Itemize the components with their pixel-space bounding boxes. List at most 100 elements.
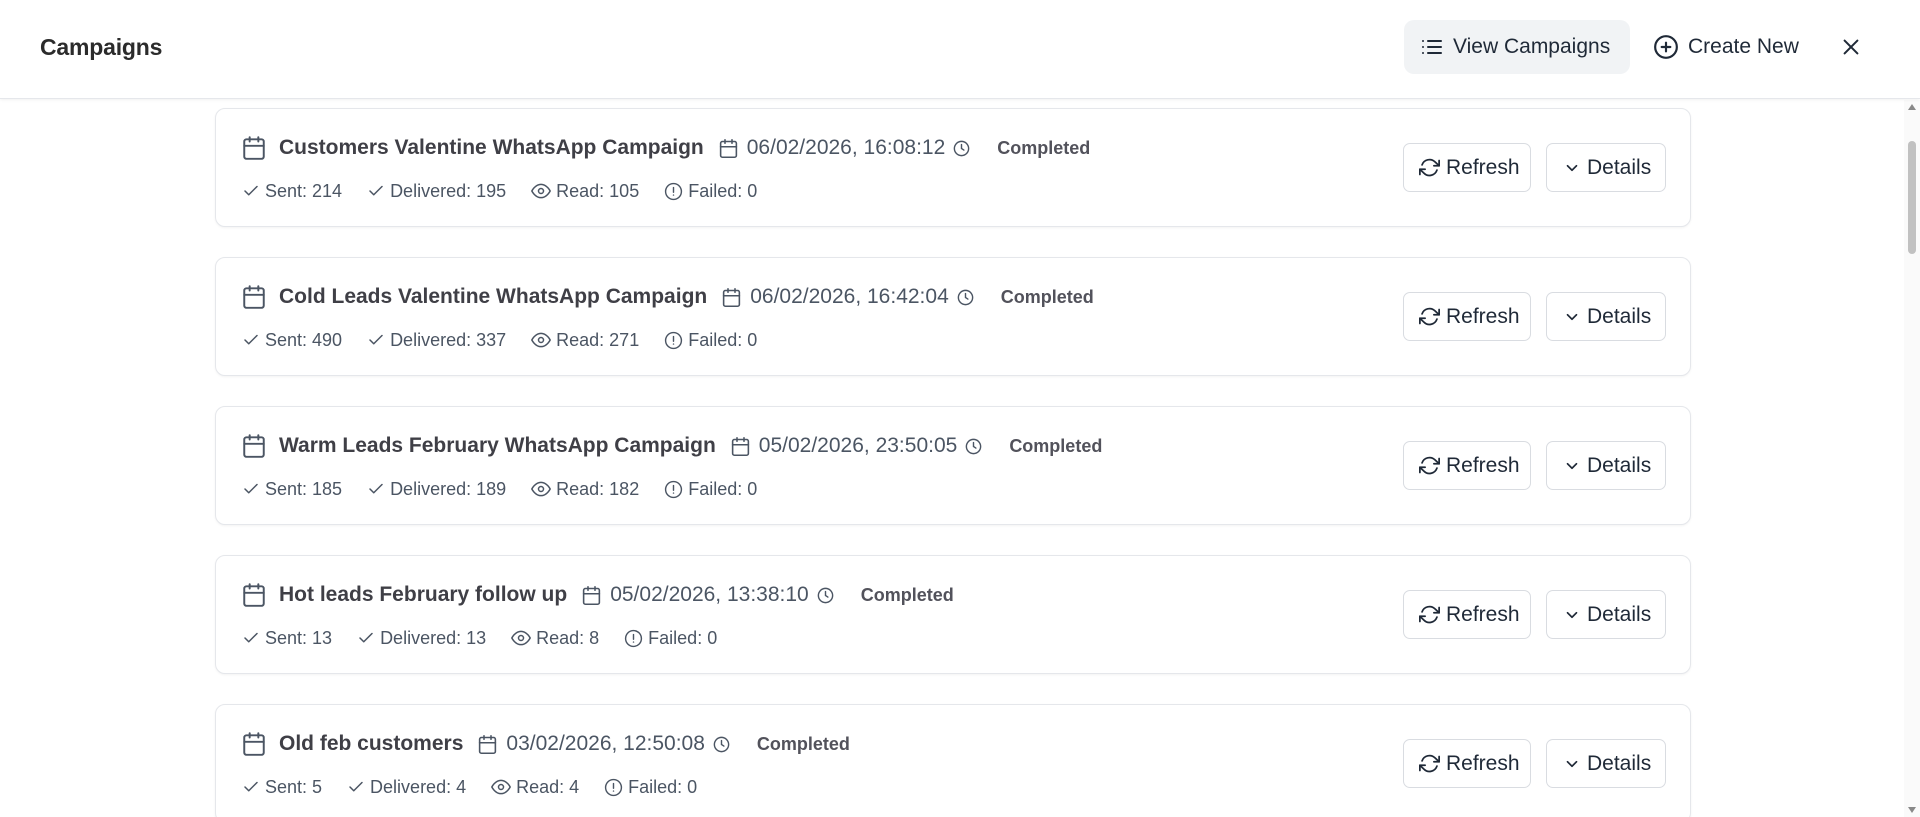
details-button[interactable]: Details bbox=[1546, 739, 1666, 788]
stat-sent: Sent: 185 bbox=[242, 479, 342, 500]
campaign-header-row: Warm Leads February WhatsApp Campaign 05… bbox=[241, 431, 1102, 461]
details-button[interactable]: Details bbox=[1546, 441, 1666, 490]
stat-delivered-value: Delivered: 195 bbox=[390, 180, 507, 201]
eye-icon bbox=[531, 330, 552, 350]
clock-icon bbox=[956, 288, 975, 307]
stat-read: Read: 182 bbox=[531, 479, 639, 500]
stat-delivered: Delivered: 337 bbox=[367, 330, 506, 351]
campaign-card: Customers Valentine WhatsApp Campaign 06… bbox=[215, 108, 1691, 227]
campaign-datetime: 05/02/2026, 13:38:10 bbox=[610, 583, 809, 606]
refresh-icon bbox=[1419, 306, 1440, 327]
campaign-date: 06/02/2026, 16:08:12 bbox=[718, 136, 972, 160]
stat-sent-value: Sent: 490 bbox=[265, 329, 343, 350]
stat-failed-value: Failed: 0 bbox=[648, 627, 718, 648]
stat-delivered-value: Delivered: 337 bbox=[390, 329, 507, 350]
stat-failed: Failed: 0 bbox=[664, 479, 757, 500]
scroll-thumb[interactable] bbox=[1908, 141, 1916, 254]
campaign-datetime: 06/02/2026, 16:42:04 bbox=[750, 285, 949, 308]
campaign-datetime: 05/02/2026, 23:50:05 bbox=[758, 434, 958, 457]
create-new-button[interactable]: Create New bbox=[1653, 20, 1805, 74]
calendar-small-icon bbox=[721, 287, 742, 308]
details-label: Details bbox=[1587, 304, 1652, 328]
clock-icon bbox=[712, 735, 731, 754]
stat-failed-value: Failed: 0 bbox=[688, 180, 758, 201]
calendar-icon bbox=[241, 582, 267, 608]
scroll-down-arrow[interactable] bbox=[1908, 807, 1916, 813]
campaign-header-row: Hot leads February follow up 05/02/2026,… bbox=[241, 580, 954, 610]
clock-icon bbox=[952, 139, 971, 158]
campaign-date: 05/02/2026, 23:50:05 bbox=[730, 434, 984, 458]
stat-sent: Sent: 13 bbox=[242, 628, 332, 649]
status-badge: Completed bbox=[1009, 435, 1103, 456]
stat-read: Read: 271 bbox=[531, 330, 639, 351]
alert-circle-icon bbox=[624, 629, 643, 648]
campaign-name: Cold Leads Valentine WhatsApp Campaign bbox=[279, 285, 708, 308]
details-button[interactable]: Details bbox=[1546, 143, 1666, 192]
refresh-button[interactable]: Refresh bbox=[1403, 590, 1531, 639]
campaign-stats-row: Sent: 13 Delivered: 13 Read: 8 Failed: 0 bbox=[242, 626, 742, 650]
view-campaigns-label: View Campaigns bbox=[1453, 35, 1611, 58]
status-badge: Completed bbox=[860, 584, 954, 605]
stat-delivered-value: Delivered: 13 bbox=[380, 627, 487, 648]
calendar-small-icon bbox=[718, 138, 739, 159]
stat-read-value: Read: 182 bbox=[556, 478, 640, 499]
alert-circle-icon bbox=[664, 182, 683, 201]
check-icon bbox=[242, 778, 260, 796]
campaign-header-row: Cold Leads Valentine WhatsApp Campaign 0… bbox=[241, 282, 1094, 312]
stat-read: Read: 4 bbox=[491, 777, 579, 798]
details-button[interactable]: Details bbox=[1546, 590, 1666, 639]
refresh-button[interactable]: Refresh bbox=[1403, 143, 1531, 192]
check-icon bbox=[357, 629, 375, 647]
stat-delivered-value: Delivered: 189 bbox=[390, 478, 507, 499]
stat-read-value: Read: 105 bbox=[556, 180, 640, 201]
eye-icon bbox=[531, 479, 552, 499]
list-icon bbox=[1420, 35, 1444, 59]
check-icon bbox=[242, 480, 260, 498]
scroll-up-arrow[interactable] bbox=[1908, 104, 1916, 110]
eye-icon bbox=[531, 181, 552, 201]
details-label: Details bbox=[1587, 602, 1652, 626]
details-button[interactable]: Details bbox=[1546, 292, 1666, 341]
scrollbar[interactable] bbox=[1904, 100, 1920, 817]
campaign-stats-row: Sent: 185 Delivered: 189 Read: 182 Faile… bbox=[242, 477, 782, 501]
check-icon bbox=[367, 480, 385, 498]
details-label: Details bbox=[1587, 751, 1652, 775]
refresh-label: Refresh bbox=[1446, 602, 1520, 626]
clock-icon bbox=[816, 586, 835, 605]
refresh-button[interactable]: Refresh bbox=[1403, 739, 1531, 788]
campaign-header-row: Old feb customers 03/02/2026, 12:50:08 C… bbox=[241, 729, 850, 759]
stat-sent-value: Sent: 13 bbox=[265, 627, 333, 648]
campaign-name: Warm Leads February WhatsApp Campaign bbox=[279, 434, 716, 457]
stat-sent-value: Sent: 5 bbox=[265, 776, 323, 797]
stat-sent: Sent: 214 bbox=[242, 181, 342, 202]
campaign-stats-row: Sent: 490 Delivered: 337 Read: 271 Faile… bbox=[242, 328, 782, 352]
details-label: Details bbox=[1587, 155, 1652, 179]
stat-delivered: Delivered: 195 bbox=[367, 181, 506, 202]
close-button[interactable] bbox=[1836, 32, 1866, 62]
campaign-card: Cold Leads Valentine WhatsApp Campaign 0… bbox=[215, 257, 1691, 376]
close-icon bbox=[1840, 36, 1862, 58]
calendar-small-icon bbox=[477, 734, 498, 755]
calendar-icon bbox=[241, 135, 267, 161]
stat-failed-value: Failed: 0 bbox=[628, 776, 698, 797]
chevron-down-icon bbox=[1563, 308, 1581, 326]
check-icon bbox=[367, 182, 385, 200]
campaign-card: Warm Leads February WhatsApp Campaign 05… bbox=[215, 406, 1691, 525]
stat-read-value: Read: 271 bbox=[556, 329, 640, 350]
stat-failed-value: Failed: 0 bbox=[688, 329, 758, 350]
calendar-icon bbox=[241, 731, 267, 757]
campaign-stats-row: Sent: 214 Delivered: 195 Read: 105 Faile… bbox=[242, 179, 782, 203]
eye-icon bbox=[511, 628, 532, 648]
refresh-button[interactable]: Refresh bbox=[1403, 292, 1531, 341]
refresh-label: Refresh bbox=[1446, 155, 1520, 179]
campaign-datetime: 03/02/2026, 12:50:08 bbox=[506, 732, 705, 755]
campaign-list: Customers Valentine WhatsApp Campaign 06… bbox=[0, 100, 1904, 817]
view-campaigns-button[interactable]: View Campaigns bbox=[1404, 20, 1630, 74]
stat-read-value: Read: 4 bbox=[516, 776, 580, 797]
plus-circle-icon bbox=[1653, 34, 1679, 60]
stat-failed-value: Failed: 0 bbox=[688, 478, 758, 499]
check-icon bbox=[242, 331, 260, 349]
check-icon bbox=[242, 629, 260, 647]
refresh-button[interactable]: Refresh bbox=[1403, 441, 1531, 490]
campaign-name: Old feb customers bbox=[279, 732, 464, 755]
